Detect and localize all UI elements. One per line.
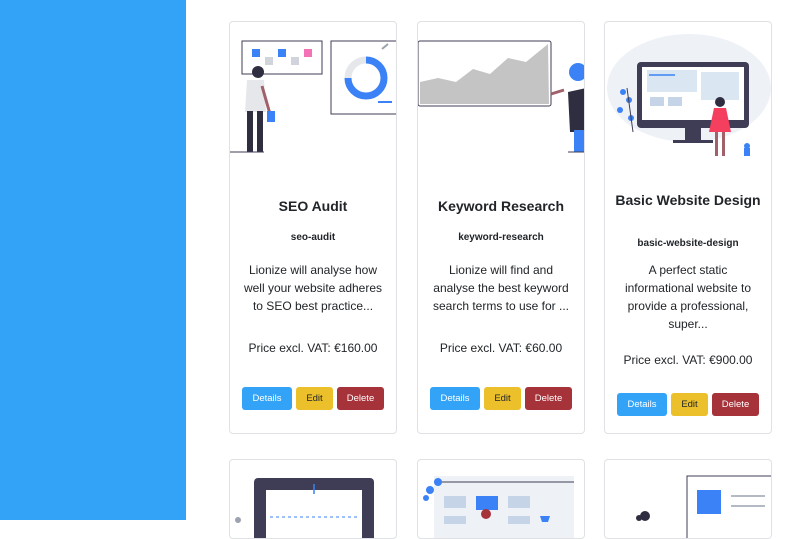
- card-title: Basic Website Design: [615, 192, 761, 208]
- web-page-illustration: [636, 475, 771, 538]
- card-slug: keyword-research: [458, 232, 544, 243]
- online-shop-illustration: [423, 476, 574, 538]
- service-card: [604, 459, 772, 539]
- card-slug: seo-audit: [290, 232, 336, 243]
- card-actions: Details Edit Delete: [605, 393, 771, 416]
- card-actions: Details Edit Delete: [230, 387, 396, 410]
- delete-button[interactable]: Delete: [337, 387, 384, 410]
- card-slug: basic-website-design: [637, 238, 739, 249]
- card-price: Price excl. VAT: €160.00: [248, 341, 378, 355]
- service-card-basic-website-design: Basic Website Design basic-website-desig…: [604, 21, 772, 434]
- delete-button[interactable]: Delete: [525, 387, 572, 410]
- edit-button[interactable]: Edit: [671, 393, 708, 416]
- delete-button[interactable]: Delete: [712, 393, 759, 416]
- card-description: Lionize will analyse how well your websi…: [243, 263, 383, 313]
- card-price: Price excl. VAT: €900.00: [623, 353, 753, 367]
- service-card: [417, 459, 585, 539]
- sidebar: [0, 0, 186, 520]
- edit-button[interactable]: Edit: [484, 387, 521, 410]
- browser-window-illustration: [235, 478, 374, 538]
- card-title: SEO Audit: [278, 198, 348, 214]
- website-design-illustration: [607, 34, 771, 156]
- details-button[interactable]: Details: [430, 387, 480, 410]
- card-description: A perfect static informational website t…: [624, 263, 752, 331]
- seo-illustration: [230, 40, 396, 153]
- main-content: SEO Audit seo-audit Lionize will analyse…: [186, 0, 812, 539]
- keyword-illustration: [418, 40, 584, 153]
- service-card-keyword-research: Keyword Research keyword-research Lioniz…: [417, 21, 585, 434]
- edit-button[interactable]: Edit: [296, 387, 333, 410]
- card-title: Keyword Research: [437, 198, 565, 214]
- details-button[interactable]: Details: [617, 393, 667, 416]
- card-price: Price excl. VAT: €60.00: [439, 341, 563, 355]
- card-description: Lionize will find and analyse the best k…: [432, 263, 570, 313]
- card-actions: Details Edit Delete: [418, 387, 584, 410]
- details-button[interactable]: Details: [242, 387, 292, 410]
- service-card: [229, 459, 397, 539]
- service-card-seo-audit: SEO Audit seo-audit Lionize will analyse…: [229, 21, 397, 434]
